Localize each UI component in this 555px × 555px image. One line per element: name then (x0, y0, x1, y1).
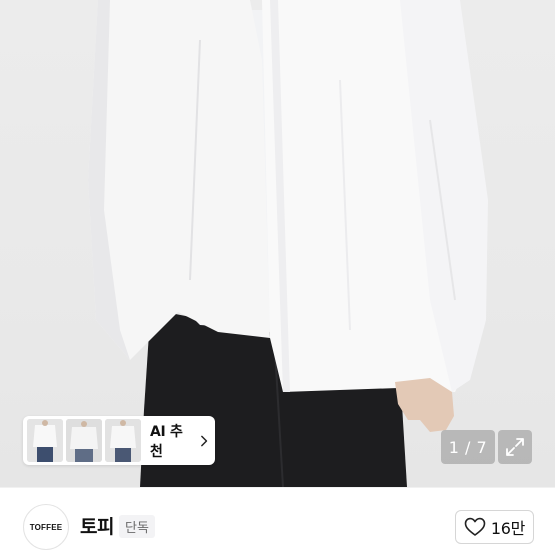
seller-logo-text: TOFFEE (29, 522, 63, 532)
image-pager: 1 / 7 (441, 430, 495, 464)
seller-name[interactable]: 토피 (80, 512, 114, 539)
like-count: 16만 (490, 519, 526, 538)
like-button[interactable]: 16만 (455, 510, 534, 544)
product-image[interactable]: AI 추천 1 / 7 (0, 0, 555, 487)
exclusive-badge: 단독 (119, 515, 155, 538)
product-photo (88, 0, 488, 487)
expand-icon (506, 438, 524, 456)
heart-icon (464, 517, 486, 536)
ai-recommend-label: AI 추천 (150, 423, 183, 460)
ai-recommend-thumbnails (27, 419, 141, 462)
ai-recommend-card[interactable]: AI 추천 (23, 416, 215, 465)
seller-logo[interactable]: TOFFEE (23, 504, 69, 550)
seller-row: TOFFEE 토피 단독 16만 (0, 487, 555, 555)
expand-image-button[interactable] (498, 430, 532, 464)
recommend-thumbnail (66, 419, 102, 462)
recommend-thumbnail (105, 419, 141, 462)
recommend-thumbnail (27, 419, 63, 462)
chevron-right-icon (200, 435, 207, 446)
